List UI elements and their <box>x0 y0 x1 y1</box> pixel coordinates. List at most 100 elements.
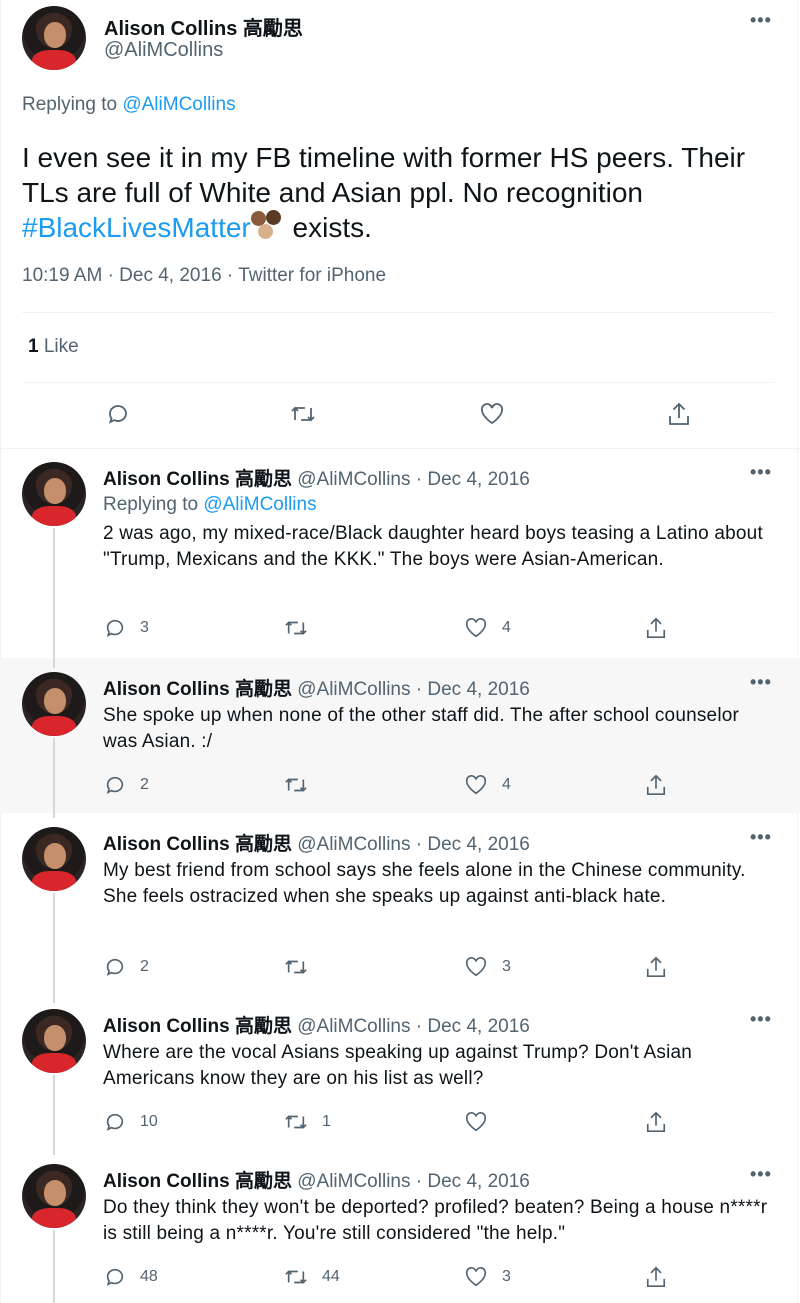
tweet-date[interactable]: Dec 4, 2016 <box>427 679 529 700</box>
replying-to: Replying to @AliMCollins <box>22 94 236 116</box>
hashtag-link[interactable]: #BlackLivesMatter <box>22 212 251 243</box>
author-name[interactable]: Alison Collins 高勵思 <box>103 1016 292 1037</box>
avatar[interactable] <box>22 462 86 526</box>
like-icon <box>465 1267 487 1287</box>
author-handle[interactable]: @AliMCollins <box>297 1171 410 1192</box>
like-button[interactable]: 3 <box>464 1266 511 1288</box>
tweet-text: My best friend from school says she feel… <box>103 860 746 907</box>
share-button[interactable] <box>645 773 667 797</box>
tweet-text: 2 was ago, my mixed-race/Black daughter … <box>103 523 763 570</box>
tweet-text: Where are the vocal Asians speaking up a… <box>103 1042 693 1089</box>
share-icon <box>646 1266 666 1287</box>
tweet-date[interactable]: Dec 4, 2016 <box>427 469 529 490</box>
avatar[interactable] <box>22 1009 86 1073</box>
tweet-header: Alison Collins 高勵思 @AliMCollins · Dec 4,… <box>103 829 530 856</box>
retweet-button[interactable] <box>284 774 322 796</box>
main-tweet: Alison Collins 高勵思 @AliMCollins ••• Repl… <box>0 0 800 449</box>
reply-tweet[interactable]: Alison Collins 高勵思 @AliMCollins · Dec 4,… <box>0 1150 800 1303</box>
like-button[interactable]: 4 <box>464 774 511 796</box>
tweet-meta: 10:19 AM · Dec 4, 2016 · Twitter for iPh… <box>22 265 386 287</box>
author-name[interactable]: Alison Collins 高勵思 <box>103 834 292 855</box>
separator: · <box>107 265 114 286</box>
reply-count: 48 <box>140 1268 158 1285</box>
retweet-icon <box>285 960 307 974</box>
retweet-button[interactable]: 44 <box>284 1266 340 1288</box>
like-count: 3 <box>502 1268 511 1285</box>
like-button[interactable]: 4 <box>464 617 511 639</box>
retweet-button[interactable]: 1 <box>284 1111 331 1133</box>
author-name[interactable]: Alison Collins 高勵思 <box>103 1171 292 1192</box>
reply-button[interactable]: 10 <box>104 1111 158 1133</box>
replying-to-link[interactable]: @AliMCollins <box>203 494 316 515</box>
like-count: 4 <box>502 776 511 793</box>
share-icon[interactable] <box>667 401 691 427</box>
tweet-source[interactable]: Twitter for iPhone <box>238 265 386 286</box>
reply-count: 2 <box>140 776 149 793</box>
more-options-icon[interactable]: ••• <box>750 10 772 31</box>
like-button[interactable]: 3 <box>464 956 511 978</box>
tweet-time[interactable]: 10:19 AM <box>22 265 102 286</box>
reply-tweet[interactable]: Alison Collins 高勵思 @AliMCollins · Dec 4,… <box>0 648 800 818</box>
reply-tweet[interactable]: Alison Collins 高勵思 @AliMCollins · Dec 4,… <box>0 813 800 1003</box>
author-name[interactable]: Alison Collins 高勵思 <box>103 679 292 700</box>
avatar[interactable] <box>22 1164 86 1228</box>
reply-button[interactable]: 2 <box>104 956 149 978</box>
share-button[interactable] <box>645 1265 667 1289</box>
tweet-date[interactable]: Dec 4, 2016 <box>119 265 221 286</box>
reply-button[interactable]: 2 <box>104 774 149 796</box>
like-count-label: Like <box>43 336 79 357</box>
like-count: 3 <box>502 958 511 975</box>
reply-tweet[interactable]: Alison Collins 高勵思 @AliMCollins · Dec 4,… <box>0 448 800 663</box>
separator: · <box>415 469 423 490</box>
reply-tweet[interactable]: Alison Collins 高勵思 @AliMCollins · Dec 4,… <box>0 995 800 1155</box>
retweet-button[interactable] <box>284 617 322 639</box>
share-button[interactable] <box>645 1110 667 1134</box>
reply-icon <box>106 776 124 794</box>
reply-button[interactable]: 48 <box>104 1266 158 1288</box>
author-handle[interactable]: @AliMCollins <box>297 679 410 700</box>
author-handle[interactable]: @AliMCollins <box>297 1016 410 1037</box>
like-icon <box>465 775 487 795</box>
retweet-icon[interactable] <box>290 402 316 426</box>
like-icon[interactable] <box>479 402 505 426</box>
retweet-icon <box>285 1115 307 1129</box>
avatar[interactable] <box>22 6 86 70</box>
retweet-count: 1 <box>322 1113 331 1130</box>
author-name[interactable]: Alison Collins 高勵思 <box>104 12 303 41</box>
tweet-date[interactable]: Dec 4, 2016 <box>427 1016 529 1037</box>
more-options-icon[interactable]: ••• <box>750 672 772 693</box>
reply-icon[interactable] <box>106 402 130 426</box>
author-name[interactable]: Alison Collins 高勵思 <box>103 469 292 490</box>
retweet-button[interactable] <box>284 956 322 978</box>
more-options-icon[interactable]: ••• <box>750 1009 772 1030</box>
divider <box>22 312 774 313</box>
divider <box>22 382 774 383</box>
separator: · <box>415 679 423 700</box>
more-options-icon[interactable]: ••• <box>750 1164 772 1185</box>
reply-button[interactable]: 3 <box>104 617 149 639</box>
tweet-header: Alison Collins 高勵思 @AliMCollins · Dec 4,… <box>103 1166 530 1193</box>
author-handle[interactable]: @AliMCollins <box>104 39 223 62</box>
avatar[interactable] <box>22 672 86 736</box>
more-options-icon[interactable]: ••• <box>750 462 772 483</box>
share-icon <box>646 1111 666 1132</box>
separator: · <box>415 1171 423 1192</box>
tweet-date[interactable]: Dec 4, 2016 <box>427 834 529 855</box>
retweet-icon <box>285 621 307 635</box>
share-button[interactable] <box>645 616 667 640</box>
tweet-text-part1: I even see it in my FB timeline with for… <box>22 142 746 208</box>
replying-to: Replying to @AliMCollins <box>103 494 317 516</box>
author-handle[interactable]: @AliMCollins <box>297 469 410 490</box>
share-button[interactable] <box>645 955 667 979</box>
like-count-number: 1 <box>28 336 39 357</box>
tweet-text-part2: exists. <box>284 212 372 243</box>
like-count[interactable]: 1 Like <box>28 336 79 358</box>
author-handle[interactable]: @AliMCollins <box>297 834 410 855</box>
tweet-date[interactable]: Dec 4, 2016 <box>427 1171 529 1192</box>
more-options-icon[interactable]: ••• <box>750 827 772 848</box>
replying-to-link[interactable]: @AliMCollins <box>122 94 235 115</box>
avatar[interactable] <box>22 827 86 891</box>
like-button[interactable] <box>464 1111 502 1133</box>
separator: · <box>226 265 234 286</box>
reply-icon <box>106 1268 124 1286</box>
